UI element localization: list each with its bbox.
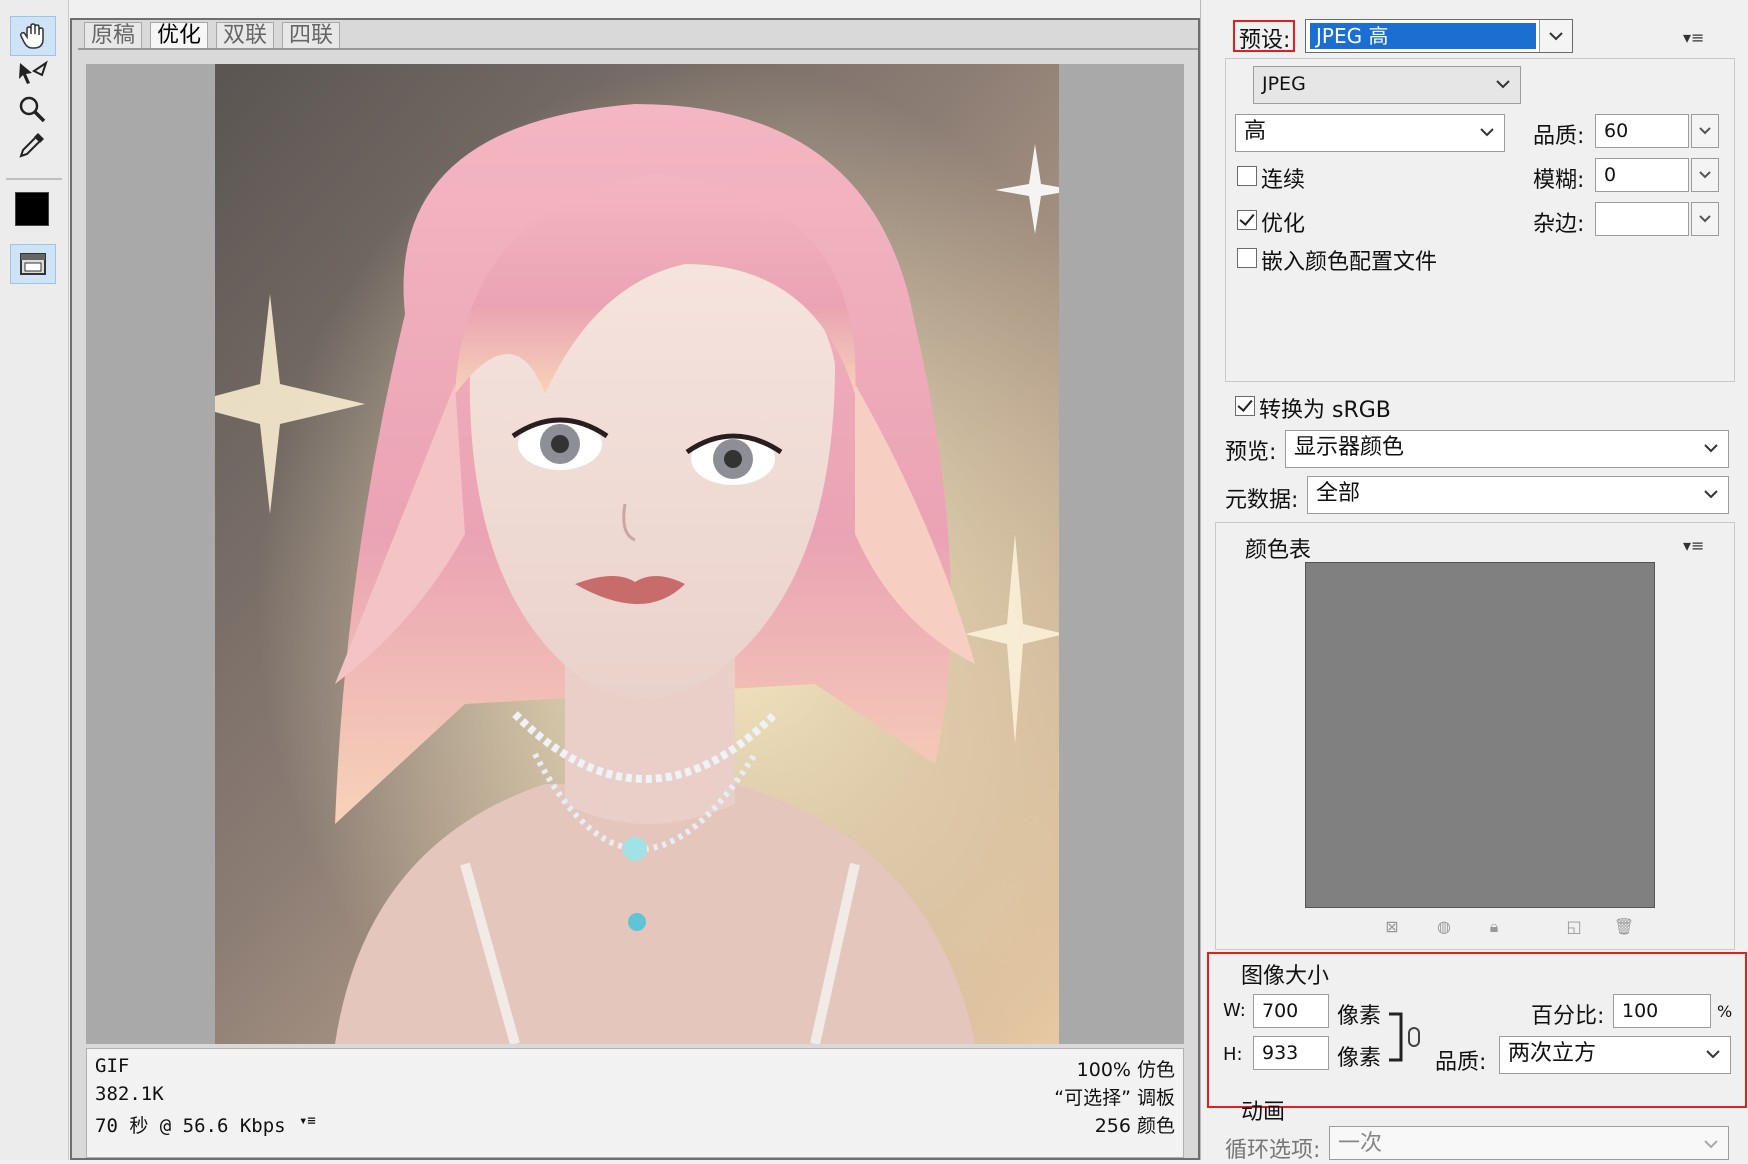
height-label: H: <box>1223 1044 1243 1065</box>
info-colors: 256 颜色 <box>1094 1115 1175 1137</box>
matte-chevron-icon[interactable] <box>1691 202 1719 236</box>
view-tabs: 原稿 优化 双联 四联 <box>78 22 1198 50</box>
info-format: GIF <box>95 1055 130 1077</box>
quality-chevron-icon[interactable] <box>1691 114 1719 148</box>
embed-profile-checkbox[interactable] <box>1237 248 1257 268</box>
format-value: JPEG <box>1262 73 1306 95</box>
height-field[interactable]: 933 <box>1253 1036 1329 1070</box>
map-color-icon[interactable]: ⊠ <box>1381 916 1403 938</box>
quality-level-value: 高 <box>1244 119 1267 144</box>
width-label: W: <box>1223 1000 1246 1021</box>
preset-selected-value: JPEG 高 <box>1310 23 1536 49</box>
quality-field[interactable]: 60 <box>1595 114 1689 148</box>
quality-label: 品质: <box>1533 124 1585 149</box>
info-menu-icon[interactable]: ▾≡ <box>299 1113 316 1129</box>
link-icon[interactable] <box>1387 1010 1423 1064</box>
new-color-icon[interactable]: ◱ <box>1563 916 1585 938</box>
chevron-down-icon <box>1496 80 1510 89</box>
color-table-menu-icon[interactable]: ▾≡ <box>1683 536 1704 555</box>
preset-label: 预设: <box>1239 28 1291 53</box>
format-dropdown[interactable]: JPEG <box>1253 66 1521 104</box>
tab-optimized[interactable]: 优化 <box>150 22 209 48</box>
width-field[interactable]: 700 <box>1253 994 1329 1028</box>
percent-field[interactable]: 100 <box>1613 994 1711 1028</box>
preview-label: 预览: <box>1225 440 1277 465</box>
settings-panel: 预设: JPEG 高 ▾≡ JPEG 高 品质: 60 连续 模糊: 0 优化 … <box>1200 0 1748 1163</box>
loop-options-label: 循环选项: <box>1225 1138 1321 1163</box>
resample-quality-value: 两次立方 <box>1508 1041 1597 1066</box>
preset-dropdown[interactable]: JPEG 高 <box>1305 19 1573 53</box>
portrait-illustration <box>215 64 1059 1044</box>
percent-label: 百分比: <box>1531 1004 1605 1029</box>
embed-profile-label: 嵌入颜色配置文件 <box>1261 250 1438 275</box>
resample-quality-dropdown[interactable]: 两次立方 <box>1499 1036 1731 1074</box>
info-dither: 100% 仿色 <box>1076 1059 1175 1081</box>
percent-sign: % <box>1717 1002 1733 1021</box>
chevron-down-icon[interactable] <box>1539 20 1572 52</box>
image-info-bar: GIF 382.1K 70 秒 @ 56.6 Kbps ▾≡ 100% 仿色 “… <box>86 1048 1184 1158</box>
toggle-slices-icon[interactable] <box>10 244 56 284</box>
info-palette: “可选择” 调板 <box>1054 1087 1175 1109</box>
blur-chevron-icon[interactable] <box>1691 158 1719 192</box>
toolbar-divider <box>6 178 62 180</box>
slice-select-icon[interactable] <box>10 54 54 92</box>
chevron-down-icon <box>1704 444 1718 453</box>
preview-image[interactable] <box>215 64 1059 1044</box>
height-unit: 像素 <box>1337 1046 1382 1071</box>
info-download-time: 70 秒 @ 56.6 Kbps <box>95 1115 286 1137</box>
hand-icon[interactable] <box>10 16 56 56</box>
lock-icon[interactable]: 🔒︎ <box>1483 916 1505 938</box>
progressive-label: 连续 <box>1261 168 1306 193</box>
convert-srgb-label: 转换为 sRGB <box>1259 398 1391 423</box>
metadata-value: 全部 <box>1316 481 1361 506</box>
preset-menu-icon[interactable]: ▾≡ <box>1683 28 1704 47</box>
chevron-down-icon <box>1480 128 1494 137</box>
chevron-down-icon <box>1704 490 1718 499</box>
zoom-icon[interactable] <box>10 90 54 128</box>
loop-options-dropdown[interactable]: 一次 <box>1329 1126 1729 1160</box>
eyedropper-icon[interactable] <box>10 126 54 164</box>
color-swatch <box>15 192 49 226</box>
width-unit: 像素 <box>1337 1004 1382 1029</box>
color-table-title: 颜色表 <box>1241 532 1316 564</box>
preview-dropdown[interactable]: 显示器颜色 <box>1285 430 1729 468</box>
trash-icon[interactable]: 🗑︎ <box>1613 916 1635 938</box>
optimized-label: 优化 <box>1261 212 1306 237</box>
animation-title: 动画 <box>1241 1100 1286 1125</box>
web-snap-icon[interactable]: ◍ <box>1433 916 1455 938</box>
tab-original[interactable]: 原稿 <box>84 22 143 48</box>
eyedropper-color-swatch[interactable] <box>10 190 54 228</box>
image-size-title: 图像大小 <box>1241 964 1330 989</box>
optimized-checkbox[interactable] <box>1237 210 1257 230</box>
blur-label: 模糊: <box>1533 168 1585 193</box>
tab-2-up[interactable]: 双联 <box>216 22 275 48</box>
tool-bar <box>0 0 69 1160</box>
progressive-checkbox[interactable] <box>1237 166 1257 186</box>
loop-options-value: 一次 <box>1338 1131 1383 1156</box>
metadata-label: 元数据: <box>1225 488 1299 513</box>
chevron-down-icon <box>1704 1140 1718 1149</box>
convert-srgb-checkbox[interactable] <box>1235 396 1255 416</box>
preview-value: 显示器颜色 <box>1294 435 1405 460</box>
resample-quality-label: 品质: <box>1435 1050 1487 1075</box>
tab-4-up[interactable]: 四联 <box>282 22 341 48</box>
chevron-down-icon <box>1706 1050 1720 1059</box>
info-file-size: 382.1K <box>95 1083 164 1105</box>
matte-field[interactable] <box>1595 202 1689 236</box>
matte-label: 杂边: <box>1533 212 1585 237</box>
metadata-dropdown[interactable]: 全部 <box>1307 476 1729 514</box>
color-table-swatches[interactable] <box>1305 562 1655 908</box>
quality-level-dropdown[interactable]: 高 <box>1235 114 1505 152</box>
blur-field[interactable]: 0 <box>1595 158 1689 192</box>
